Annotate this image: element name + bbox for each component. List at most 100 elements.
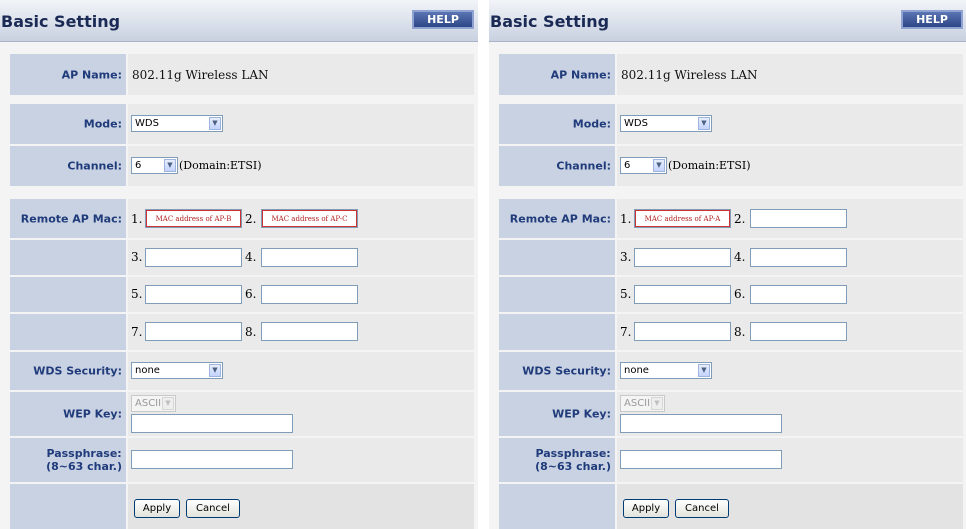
mac-input-2[interactable]: MAC address of AP-C <box>261 209 358 228</box>
mac-number: 4. <box>734 250 746 264</box>
mode-select[interactable]: WDS ▼ <box>131 115 223 132</box>
channel-row: Channel: 6 ▼ (Domain:ETSI) <box>499 146 963 186</box>
domain-text: (Domain:ETSI) <box>668 159 751 172</box>
remote-mac-row-2: 3. 4. <box>10 240 474 275</box>
help-button[interactable]: HELP <box>901 10 963 29</box>
panel-header: Basic Setting HELP <box>489 0 966 42</box>
passphrase-label: Passphrase: (8~63 char.) <box>46 447 122 473</box>
ap-name-value: 802.11g Wireless LAN <box>132 67 269 82</box>
mac-input-4[interactable] <box>750 248 847 267</box>
passphrase-label-line2: (8~63 char.) <box>535 460 611 473</box>
mac-number: 4. <box>245 250 257 264</box>
mac-number: 6. <box>245 287 257 301</box>
passphrase-label-line1: Passphrase: <box>46 447 122 460</box>
chevron-down-icon: ▼ <box>651 397 663 410</box>
help-button[interactable]: HELP <box>412 10 474 29</box>
remote-ap-mac-label: Remote AP Mac: <box>509 212 611 225</box>
mac-input-8[interactable] <box>750 322 847 341</box>
mac-number: 1. <box>131 212 143 226</box>
wep-key-row: WEP Key: ASCII ▼ <box>10 392 474 436</box>
wds-security-label: WDS Security: <box>522 364 611 378</box>
mac-number: 5. <box>620 287 632 301</box>
channel-select-value: 6 <box>135 160 142 171</box>
chevron-down-icon: ▼ <box>209 117 221 130</box>
basic-setting-panel-left: Basic Setting HELP AP Name: 802.11g Wire… <box>0 0 478 529</box>
mac-number: 3. <box>131 250 143 264</box>
mode-select-value: WDS <box>135 118 159 129</box>
wep-key-label: WEP Key: <box>552 407 611 421</box>
channel-label: Channel: <box>67 159 122 173</box>
mac-number: 2. <box>245 212 257 226</box>
remote-mac-row-2: 3. 4. <box>499 240 963 275</box>
wep-format-select[interactable]: ASCII ▼ <box>620 395 665 412</box>
mode-label: Mode: <box>83 117 122 131</box>
wep-format-select[interactable]: ASCII ▼ <box>131 395 176 412</box>
wds-security-label: WDS Security: <box>33 364 122 378</box>
mac-number: 2. <box>734 212 746 226</box>
passphrase-input[interactable] <box>620 450 782 469</box>
basic-setting-panel-right: Basic Setting HELP AP Name: 802.11g Wire… <box>489 0 966 529</box>
channel-select[interactable]: 6 ▼ <box>131 157 178 174</box>
wds-security-row: WDS Security: none ▼ <box>499 352 963 390</box>
mac-input-7[interactable] <box>634 322 731 341</box>
wep-key-label: WEP Key: <box>63 407 122 421</box>
mode-select[interactable]: WDS ▼ <box>620 115 712 132</box>
channel-select[interactable]: 6 ▼ <box>620 157 667 174</box>
passphrase-label: Passphrase: (8~63 char.) <box>535 447 611 473</box>
mac-input-3[interactable] <box>634 248 731 267</box>
ap-name-label: AP Name: <box>550 68 611 81</box>
cancel-button[interactable]: Cancel <box>186 499 240 518</box>
domain-text: (Domain:ETSI) <box>179 159 262 172</box>
chevron-down-icon: ▼ <box>164 159 176 172</box>
mac-number: 5. <box>131 287 143 301</box>
cancel-button[interactable]: Cancel <box>675 499 729 518</box>
mac-number: 8. <box>245 325 257 339</box>
mac-hint-label: MAC address of AP-B <box>146 210 241 227</box>
ap-name-row: AP Name: 802.11g Wireless LAN <box>499 54 963 95</box>
mac-input-4[interactable] <box>261 248 358 267</box>
wep-key-input[interactable] <box>131 414 293 433</box>
wds-security-select[interactable]: none ▼ <box>620 362 712 379</box>
chevron-down-icon: ▼ <box>698 117 710 130</box>
wep-key-row: WEP Key: ASCII ▼ <box>499 392 963 436</box>
remote-mac-row-4: 7. 8. <box>10 314 474 350</box>
wds-security-select[interactable]: none ▼ <box>131 362 223 379</box>
mac-input-7[interactable] <box>145 322 242 341</box>
mac-input-2[interactable] <box>750 209 847 228</box>
passphrase-row: Passphrase: (8~63 char.) <box>499 438 963 482</box>
mac-number: 8. <box>734 325 746 339</box>
mac-number: 7. <box>620 325 632 339</box>
mac-input-8[interactable] <box>261 322 358 341</box>
mac-input-3[interactable] <box>145 248 242 267</box>
mac-input-6[interactable] <box>261 285 358 304</box>
channel-row: Channel: 6 ▼ (Domain:ETSI) <box>10 146 474 186</box>
panel-header: Basic Setting HELP <box>0 0 478 42</box>
chevron-down-icon: ▼ <box>653 159 665 172</box>
mac-number: 6. <box>734 287 746 301</box>
mode-row: Mode: WDS ▼ <box>10 104 474 144</box>
mac-input-6[interactable] <box>750 285 847 304</box>
remote-mac-row-3: 5. 6. <box>10 277 474 312</box>
mac-hint-label: MAC address of AP-A <box>635 210 730 227</box>
action-row: Apply Cancel <box>10 484 474 529</box>
remote-mac-row-1: Remote AP Mac: 1. MAC address of AP-B 2.… <box>10 199 474 238</box>
wep-format-value: ASCII <box>624 398 651 409</box>
mac-number: 7. <box>131 325 143 339</box>
apply-button[interactable]: Apply <box>623 499 669 518</box>
passphrase-label-line2: (8~63 char.) <box>46 460 122 473</box>
wep-key-input[interactable] <box>620 414 782 433</box>
mac-input-5[interactable] <box>634 285 731 304</box>
mac-input-5[interactable] <box>145 285 242 304</box>
page-title: Basic Setting <box>490 12 610 31</box>
mode-select-value: WDS <box>624 118 648 129</box>
passphrase-input[interactable] <box>131 450 293 469</box>
wds-security-row: WDS Security: none ▼ <box>10 352 474 390</box>
mac-input-1[interactable]: MAC address of AP-A <box>634 209 731 228</box>
mac-input-1[interactable]: MAC address of AP-B <box>145 209 242 228</box>
remote-ap-mac-label: Remote AP Mac: <box>20 212 122 225</box>
mac-hint-label: MAC address of AP-C <box>262 210 357 227</box>
passphrase-label-line1: Passphrase: <box>535 447 611 460</box>
remote-mac-row-1: Remote AP Mac: 1. MAC address of AP-A 2. <box>499 199 963 238</box>
mode-row: Mode: WDS ▼ <box>499 104 963 144</box>
apply-button[interactable]: Apply <box>134 499 180 518</box>
